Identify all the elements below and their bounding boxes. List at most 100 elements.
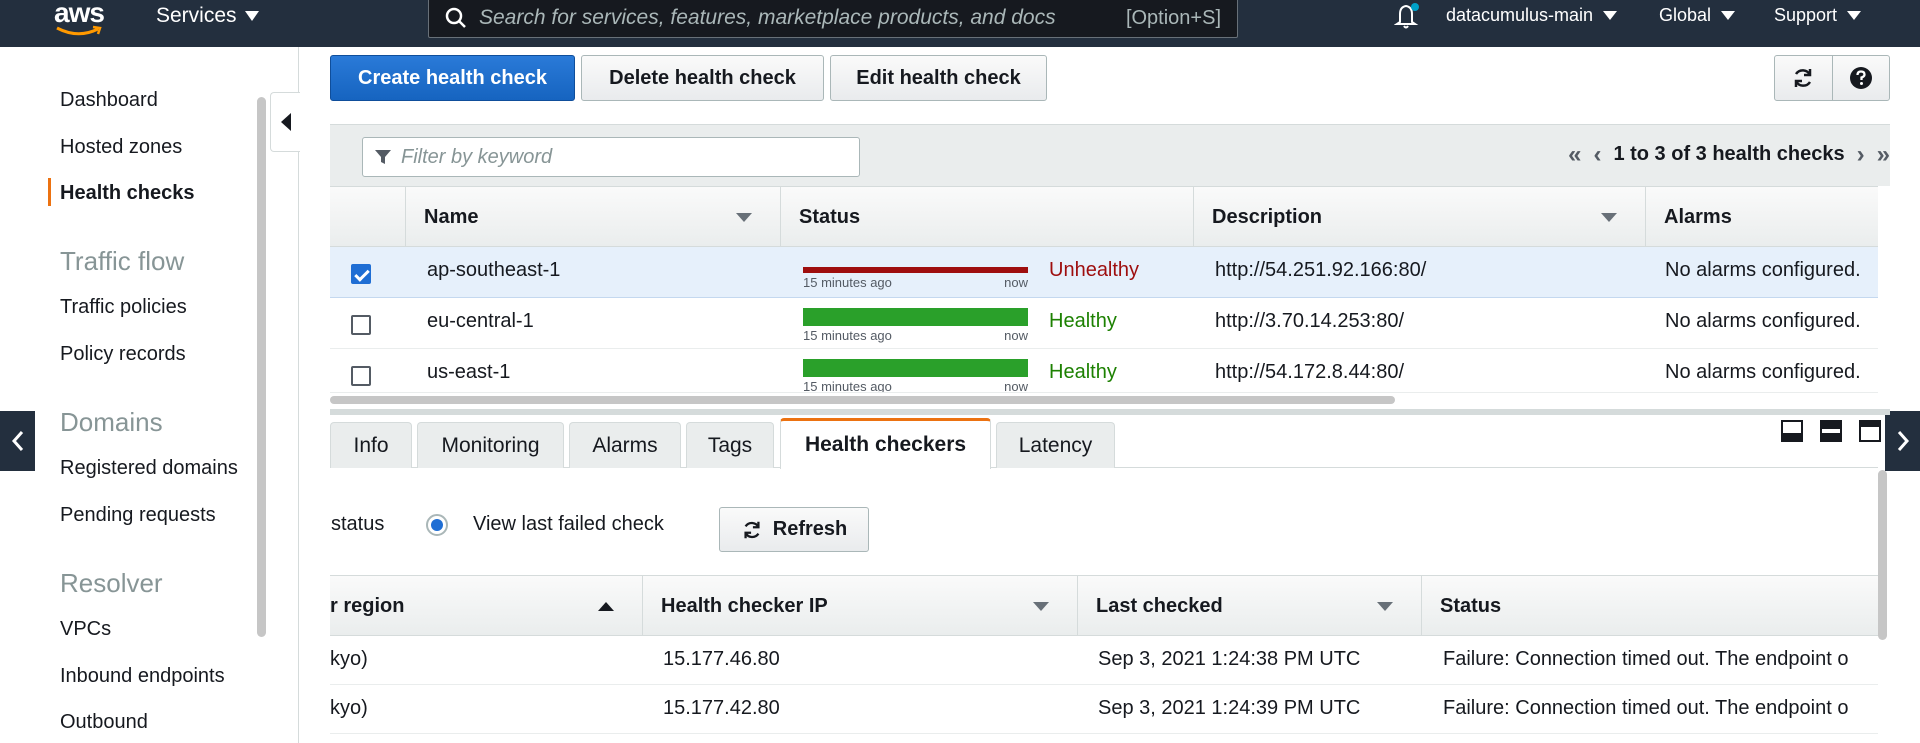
column-header-name[interactable]: Name bbox=[405, 187, 780, 247]
prev-page-icon[interactable]: ‹ bbox=[1593, 142, 1601, 166]
refresh-button[interactable] bbox=[1775, 56, 1833, 100]
checker-ip: 15.177.46.80 bbox=[663, 648, 780, 670]
column-header-status[interactable]: Status bbox=[780, 187, 1193, 247]
status-bar bbox=[803, 308, 1028, 326]
create-health-check-button[interactable]: Create health check bbox=[330, 55, 575, 101]
top-navigation: aws Services [Option+S] datacumulus-main… bbox=[0, 0, 1920, 47]
split-pane-divider[interactable] bbox=[330, 409, 1890, 415]
tab-info[interactable]: Info bbox=[330, 422, 412, 468]
checker-last-checked: Sep 3, 2021 1:24:38 PM UTC bbox=[1098, 648, 1361, 670]
health-checks-table-header: Name Status Description Alarms bbox=[330, 186, 1878, 247]
health-check-name: eu-central-1 bbox=[427, 310, 534, 332]
services-label: Services bbox=[156, 4, 237, 27]
collapse-sidebar-button[interactable] bbox=[270, 92, 300, 152]
sidebar-item-inbound-endpoints[interactable]: Inbound endpoints bbox=[60, 665, 225, 688]
tab-monitoring[interactable]: Monitoring bbox=[417, 422, 564, 468]
column-header-last-checked[interactable]: Last checked bbox=[1077, 576, 1421, 636]
view-last-failed-label[interactable]: View last failed check bbox=[473, 513, 664, 536]
region-name: Global bbox=[1659, 5, 1712, 25]
refresh-icon bbox=[1795, 69, 1812, 87]
section-resolver: Resolver bbox=[60, 568, 163, 598]
filter-input[interactable] bbox=[401, 145, 859, 169]
column-header-checker-status[interactable]: Status bbox=[1421, 576, 1878, 636]
edit-health-check-button[interactable]: Edit health check bbox=[830, 55, 1047, 101]
table-horizontal-scrollbar[interactable] bbox=[330, 396, 1395, 404]
sidebar-item-hosted-zones[interactable]: Hosted zones bbox=[60, 136, 182, 159]
chevron-right-icon bbox=[1897, 431, 1909, 451]
sidebar-item-health-checks[interactable]: Health checks bbox=[60, 182, 195, 205]
sidebar-item-vpcs[interactable]: VPCs bbox=[60, 618, 111, 641]
active-indicator bbox=[48, 178, 51, 206]
row-checkbox[interactable] bbox=[351, 315, 371, 335]
status-timeline: 15 minutes ago now bbox=[803, 308, 1028, 343]
next-page-icon[interactable]: › bbox=[1857, 142, 1865, 166]
first-page-icon[interactable]: « bbox=[1568, 142, 1581, 166]
filter-field[interactable] bbox=[362, 137, 860, 177]
search-shortcut-hint: [Option+S] bbox=[1125, 6, 1221, 29]
toolbar-icon-group bbox=[1774, 55, 1890, 101]
account-name: datacumulus-main bbox=[1446, 5, 1594, 25]
left-edge-toggle[interactable] bbox=[0, 411, 35, 471]
radio-left-label: status bbox=[331, 513, 385, 535]
aws-logo[interactable]: aws bbox=[54, 0, 108, 38]
notifications-bell[interactable] bbox=[1393, 2, 1420, 35]
tab-alarms[interactable]: Alarms bbox=[569, 422, 681, 468]
tab-tags[interactable]: Tags bbox=[686, 422, 774, 468]
delete-health-check-button[interactable]: Delete health check bbox=[581, 55, 824, 101]
column-header-description[interactable]: Description bbox=[1193, 187, 1645, 247]
triangle-left-icon bbox=[280, 113, 291, 131]
status-text: Healthy bbox=[1049, 310, 1117, 332]
last-page-icon[interactable]: » bbox=[1877, 142, 1890, 166]
section-domains: Domains bbox=[60, 407, 163, 437]
refresh-icon bbox=[744, 521, 760, 538]
support-menu[interactable]: Support bbox=[1774, 5, 1862, 26]
column-header-region[interactable]: r region bbox=[330, 576, 642, 636]
region-menu[interactable]: Global bbox=[1659, 5, 1736, 26]
status-bar bbox=[803, 267, 1028, 273]
tab-health-checkers[interactable]: Health checkers bbox=[780, 418, 991, 469]
filter-bar: « ‹ 1 to 3 of 3 health checks › » bbox=[330, 124, 1890, 186]
help-button[interactable] bbox=[1833, 56, 1890, 100]
view-last-failed-radio[interactable] bbox=[426, 514, 448, 536]
table-row[interactable]: us-east-1 15 minutes ago now Healthy http… bbox=[330, 349, 1878, 393]
right-edge-toggle[interactable] bbox=[1885, 411, 1920, 471]
search-input[interactable] bbox=[479, 6, 1126, 30]
sidebar-item-traffic-policies[interactable]: Traffic policies bbox=[60, 296, 187, 319]
search-icon bbox=[445, 7, 466, 28]
sidebar-scrollbar[interactable] bbox=[257, 97, 266, 637]
checker-region: kyo) bbox=[330, 697, 368, 719]
column-header-alarms[interactable]: Alarms bbox=[1645, 187, 1878, 247]
table-row[interactable]: ap-southeast-1 15 minutes ago now Unhealt… bbox=[330, 247, 1878, 298]
table-row[interactable]: kyo) 15.177.42.80 Sep 3, 2021 1:24:39 PM… bbox=[330, 685, 1878, 734]
caret-down-icon bbox=[1721, 11, 1736, 20]
checker-region: kyo) bbox=[330, 648, 368, 670]
sidebar-item-registered-domains[interactable]: Registered domains bbox=[60, 457, 238, 480]
health-check-name: ap-southeast-1 bbox=[427, 259, 561, 281]
sort-down-icon bbox=[736, 213, 752, 222]
status-timeline: 15 minutes ago now bbox=[803, 359, 1028, 392]
services-menu[interactable]: Services bbox=[156, 4, 259, 28]
checker-ip: 15.177.42.80 bbox=[663, 697, 780, 719]
health-checkers-table-header: r region Health checker IP Last checked … bbox=[330, 575, 1878, 636]
column-header-checker-ip[interactable]: Health checker IP bbox=[642, 576, 1077, 636]
panel-split-layout-icon[interactable] bbox=[1820, 420, 1842, 442]
sidebar-item-pending-requests[interactable]: Pending requests bbox=[60, 504, 216, 527]
account-menu[interactable]: datacumulus-main bbox=[1446, 5, 1618, 26]
table-row[interactable]: kyo) 15.177.46.80 Sep 3, 2021 1:24:38 PM… bbox=[330, 636, 1878, 685]
status-text: Healthy bbox=[1049, 361, 1117, 383]
row-checkbox[interactable] bbox=[351, 264, 371, 284]
sidebar-item-dashboard[interactable]: Dashboard bbox=[60, 89, 158, 112]
panel-bottom-layout-icon[interactable] bbox=[1781, 420, 1803, 442]
tab-latency[interactable]: Latency bbox=[996, 422, 1115, 468]
row-checkbox[interactable] bbox=[351, 366, 371, 386]
refresh-checkers-button[interactable]: Refresh bbox=[719, 507, 869, 552]
panel-full-layout-icon[interactable] bbox=[1859, 420, 1881, 442]
sidebar-item-outbound[interactable]: Outbound bbox=[60, 711, 148, 734]
sidebar-item-policy-records[interactable]: Policy records bbox=[60, 343, 186, 366]
health-check-description: http://54.172.8.44:80/ bbox=[1215, 361, 1405, 383]
table-row[interactable]: eu-central-1 15 minutes ago now Healthy h… bbox=[330, 298, 1878, 349]
global-search[interactable]: [Option+S] bbox=[428, 0, 1238, 38]
detail-vertical-scrollbar[interactable] bbox=[1878, 470, 1887, 640]
checker-status: Failure: Connection timed out. The endpo… bbox=[1443, 697, 1849, 719]
checker-status: Failure: Connection timed out. The endpo… bbox=[1443, 648, 1849, 670]
